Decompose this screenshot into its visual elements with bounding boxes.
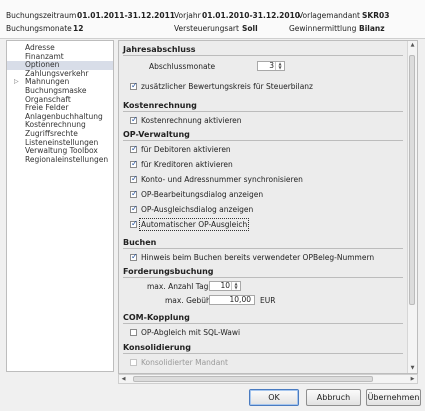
checkmark-icon[interactable]	[130, 115, 138, 124]
info-header: Buchungszeitraum 01.01.2011-31.12.2011 V…	[0, 0, 425, 39]
spin-arrows-icon[interactable]: ▲ ▼	[275, 62, 284, 70]
op-ausgleichsdialog-checkbox[interactable]: OP-Ausgleichsdialog anzeigen	[130, 204, 253, 214]
max-tage-label: max. Anzahl Tage	[147, 282, 214, 291]
horizontal-scrollbar[interactable]: ◀ ▶	[118, 374, 418, 384]
scroll-right-icon[interactable]: ▶	[408, 375, 417, 383]
kostenrechnung-aktivieren-checkbox[interactable]: Kostenrechnung aktivieren	[130, 115, 242, 125]
buchungsmonate-label: Buchungsmonate	[6, 24, 72, 33]
checkbox-box[interactable]	[130, 328, 137, 336]
gewinnermittlung-label: Gewinnermittlung	[289, 24, 357, 33]
checkmark-icon[interactable]	[130, 252, 138, 261]
scroll-down-icon[interactable]: ▼	[408, 364, 417, 373]
section-title-forderungsbuchung: Forderungsbuchung	[123, 267, 214, 276]
abschlussmonate-label: Abschlussmonate	[149, 62, 216, 71]
section-divider	[123, 111, 403, 112]
checkmark-icon[interactable]	[130, 81, 138, 90]
vorjahr-label: Vorjahr	[174, 11, 201, 20]
buchen-hinweis-checkbox[interactable]: Hinweis beim Buchen bereits verwendeter …	[130, 252, 374, 262]
sidebar-item-finanzamt[interactable]: Finanzamt	[7, 52, 113, 62]
bewertungskreis-checkbox[interactable]: zusätzlicher Bewertungskreis für Steuerb…	[130, 81, 313, 91]
checkmark-icon[interactable]	[130, 189, 138, 198]
max-gebuehr-input[interactable]: 10,00	[209, 295, 255, 305]
checkmark-icon[interactable]	[130, 204, 138, 213]
max-tage-stepper[interactable]: 10 ▲ ▼	[209, 281, 241, 291]
spin-arrows-icon[interactable]: ▲ ▼	[231, 282, 240, 290]
abschlussmonate-stepper[interactable]: 3 ▲ ▼	[257, 61, 285, 71]
section-divider	[123, 248, 403, 249]
konsolidierter-mandant-checkbox: Konsolidierter Mandant	[130, 357, 228, 367]
tree-expand-icon[interactable]: ▷	[14, 78, 19, 87]
checkbox-box	[130, 358, 137, 366]
op-kreditoren-checkbox[interactable]: für Kreditoren aktivieren	[130, 159, 233, 169]
section-title-op-verwaltung: OP-Verwaltung	[123, 130, 190, 139]
section-divider	[123, 353, 403, 354]
uebernehmen-button[interactable]: Übernehmen	[366, 389, 421, 406]
gewinnermittlung-value: Bilanz	[359, 24, 385, 33]
buchungszeitraum-value: 01.01.2011-31.12.2011	[77, 11, 176, 20]
category-tree: Adresse Finanzamt Optionen Zahlungsverke…	[6, 40, 114, 372]
section-divider	[123, 140, 403, 141]
section-title-konsolidierung: Konsolidierung	[123, 343, 191, 352]
section-divider	[123, 323, 403, 324]
scroll-left-icon[interactable]: ◀	[119, 375, 128, 383]
scroll-thumb[interactable]	[409, 55, 415, 305]
scroll-up-icon[interactable]: ▲	[408, 41, 417, 50]
sidebar-item-regionaleinstellungen[interactable]: Regionaleinstellungen	[7, 155, 113, 165]
checkmark-icon[interactable]	[130, 174, 138, 183]
section-divider	[123, 55, 403, 56]
op-automatischer-ausgleich-checkbox[interactable]: Automatischer OP-Ausgleich	[130, 217, 250, 231]
section-title-buchen: Buchen	[123, 238, 157, 247]
vorlagemandant-label: Vorlagemandant	[298, 11, 360, 20]
section-title-kostenrechnung: Kostenrechnung	[123, 101, 197, 110]
abbruch-button[interactable]: Abbruch	[306, 389, 361, 406]
section-title-jahresabschluss: Jahresabschluss	[123, 45, 196, 54]
vertical-scrollbar[interactable]: ▲ ▼	[407, 41, 417, 373]
versteuerungsart-value: Soll	[242, 24, 258, 33]
buchungsmonate-value: 12	[73, 24, 84, 33]
versteuerungsart-label: Versteuerungsart	[174, 24, 239, 33]
sql-wawi-checkbox[interactable]: OP-Abgleich mit SQL-Wawi	[130, 327, 240, 337]
vorjahr-value: 01.01.2010-31.12.2010	[202, 11, 301, 20]
buchungszeitraum-label: Buchungszeitraum	[6, 11, 77, 20]
op-debitoren-checkbox[interactable]: für Debitoren aktivieren	[130, 144, 231, 154]
max-gebuehr-label: max. Gebühr	[165, 296, 214, 305]
section-divider	[123, 277, 403, 278]
checkmark-icon[interactable]	[130, 159, 138, 168]
scroll-thumb[interactable]	[133, 376, 373, 382]
vorlagemandant-value: SKR03	[362, 11, 390, 20]
checkmark-icon[interactable]	[130, 219, 138, 228]
section-title-com-kopplung: COM-Kopplung	[123, 313, 190, 322]
op-bearbeitungsdialog-checkbox[interactable]: OP-Bearbeitungsdialog anzeigen	[130, 189, 263, 199]
gebuehr-unit: EUR	[260, 296, 276, 305]
options-panel: Jahresabschluss Abschlussmonate 3 ▲▼ zus…	[118, 40, 418, 374]
ok-button[interactable]: OK	[249, 389, 299, 406]
checkmark-icon[interactable]	[130, 144, 138, 153]
op-synchronisieren-checkbox[interactable]: Konto- und Adressnummer synchronisieren	[130, 174, 303, 184]
